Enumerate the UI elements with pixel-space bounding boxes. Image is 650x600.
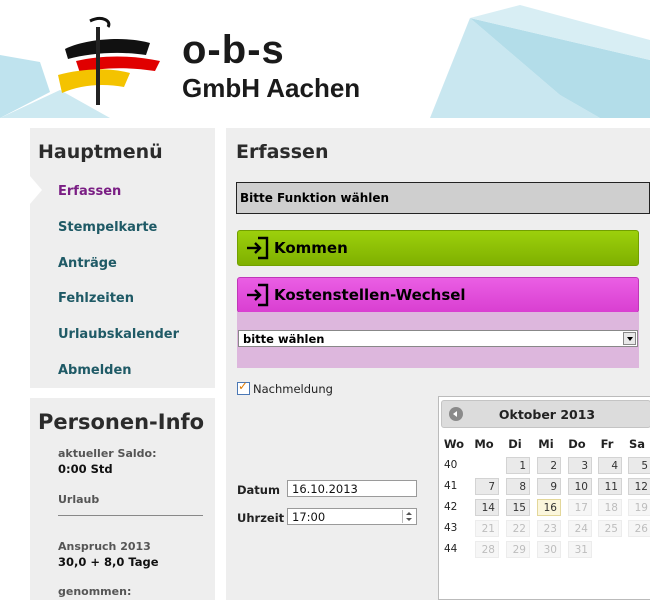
calendar-day[interactable]: 7 (475, 478, 499, 495)
calendar-day[interactable]: 8 (506, 478, 530, 495)
nachmeldung-label: Nachmeldung (253, 382, 333, 396)
month-title: Oktober 2013 (498, 407, 596, 422)
weekday-header: Mi (538, 437, 554, 451)
calendar-day[interactable]: 1 (506, 457, 530, 474)
calendar-day[interactable]: 5 (628, 457, 650, 474)
calendar-day[interactable]: 19 (628, 499, 650, 516)
saldo-value: 0:00 Std (58, 462, 113, 476)
calendar-day[interactable]: 23 (537, 520, 561, 537)
calendar-day[interactable]: 3 (568, 457, 592, 474)
week-number: 41 (444, 480, 458, 492)
calendar-day[interactable]: 22 (506, 520, 530, 537)
kostenstelle-select[interactable]: bitte wählen (238, 330, 638, 347)
uhrzeit-value: 17:00 (292, 510, 326, 524)
week-number: 42 (444, 501, 458, 513)
calendar-day[interactable]: 11 (598, 478, 622, 495)
week-number: 44 (444, 543, 458, 555)
login-arrow-icon (247, 236, 269, 260)
function-prompt-text: Bitte Funktion wählen (240, 191, 390, 205)
calendar-day[interactable]: 26 (628, 520, 650, 537)
calendar-day[interactable]: 4 (598, 457, 622, 474)
sidebar-item-abmelden[interactable]: Abmelden (58, 363, 132, 378)
sidebar-item-fehlzeiten[interactable]: Fehlzeiten (58, 291, 134, 306)
date-picker-header: Oktober 2013 (441, 400, 650, 428)
divider (58, 515, 203, 516)
saldo-label: aktueller Saldo: (58, 447, 157, 460)
weekday-header: Fr (600, 437, 614, 451)
week-number: 43 (444, 522, 458, 534)
uhrzeit-input[interactable]: 17:00 (287, 508, 417, 525)
obs-logo (58, 17, 160, 105)
function-prompt-box: Bitte Funktion wählen (236, 182, 650, 214)
calendar-day[interactable]: 14 (475, 499, 499, 516)
nachmeldung-checkbox[interactable] (237, 379, 250, 395)
calendar-day[interactable]: 12 (628, 478, 650, 495)
calendar-day[interactable]: 31 (568, 541, 592, 558)
login-arrow-icon (247, 283, 269, 307)
genommen-label: genommen: (58, 585, 132, 598)
kommen-button[interactable]: Kommen (237, 230, 639, 266)
weekday-header: Di (508, 437, 522, 451)
anspruch-value: 30,0 + 8,0 Tage (58, 555, 159, 569)
weekday-header: Mo (474, 437, 494, 451)
page-title: Erfassen (236, 141, 329, 163)
person-info-title: Personen-Info (38, 410, 205, 434)
kostenstellen-wechsel-label: Kostenstellen-Wechsel (274, 286, 466, 304)
calendar-day[interactable]: 16 (537, 499, 561, 516)
calendar-day[interactable]: 24 (568, 520, 592, 537)
weekday-header: Do (568, 437, 586, 451)
kommen-label: Kommen (274, 239, 348, 257)
time-spinner[interactable] (402, 510, 415, 523)
brand-subtitle: GmbH Aachen (182, 73, 361, 103)
kostenstellen-wechsel-button[interactable]: Kostenstellen-Wechsel (237, 277, 639, 313)
brand-name: o-b-s (182, 28, 285, 72)
datum-label: Datum (237, 483, 280, 497)
calendar-day[interactable]: 29 (506, 541, 530, 558)
datum-input[interactable]: 16.10.2013 (287, 480, 417, 497)
calendar-day[interactable]: 17 (568, 499, 592, 516)
select-value: bitte wählen (243, 332, 325, 346)
weekday-header: Wo (443, 437, 465, 451)
calendar-day[interactable]: 25 (598, 520, 622, 537)
header: o-b-s GmbH Aachen (0, 0, 650, 118)
main-menu-title: Hauptmenü (38, 141, 163, 163)
anspruch-label: Anspruch 2013 (58, 540, 151, 553)
prev-month-icon[interactable] (449, 407, 463, 421)
calendar-day[interactable]: 10 (568, 478, 592, 495)
sidebar-item-antraege[interactable]: Anträge (58, 256, 117, 271)
calendar-day[interactable]: 15 (506, 499, 530, 516)
calendar-day[interactable]: 9 (537, 478, 561, 495)
active-menu-indicator (30, 176, 42, 204)
week-number: 40 (444, 459, 458, 471)
calendar-day[interactable]: 30 (537, 541, 561, 558)
uhrzeit-label: Uhrzeit (237, 511, 285, 525)
sidebar-item-urlaubskalender[interactable]: Urlaubskalender (58, 327, 179, 342)
weekday-header: Sa (628, 437, 646, 451)
calendar-day[interactable]: 2 (537, 457, 561, 474)
sidebar-item-stempelkarte[interactable]: Stempelkarte (58, 220, 157, 235)
calendar-day[interactable]: 28 (475, 541, 499, 558)
urlaub-label: Urlaub (58, 493, 100, 506)
sidebar-item-erfassen[interactable]: Erfassen (58, 184, 121, 199)
calendar-day[interactable]: 18 (598, 499, 622, 516)
chevron-down-icon[interactable] (623, 332, 636, 345)
calendar-day[interactable]: 21 (475, 520, 499, 537)
date-picker: Oktober 2013 (438, 396, 650, 600)
